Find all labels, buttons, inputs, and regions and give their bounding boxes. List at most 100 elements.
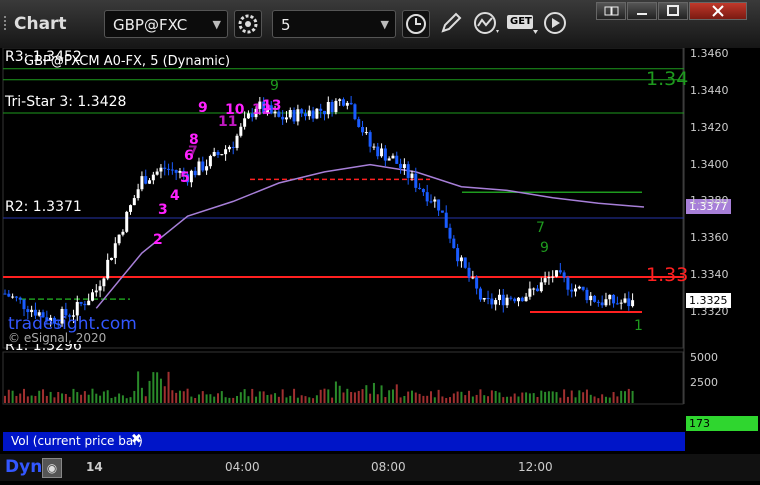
volume-bar (395, 384, 398, 403)
candle-body (205, 166, 209, 171)
td-count: 13 (262, 98, 282, 114)
price-tick: 1.3460 (690, 47, 729, 60)
candle-body (604, 299, 608, 306)
gear-icon (238, 14, 258, 34)
candle-body (555, 270, 559, 277)
candle-body (600, 302, 604, 306)
volume-bar (361, 389, 364, 403)
volume-bar (327, 389, 330, 403)
volume-bar (441, 396, 444, 403)
volume-bar (418, 393, 421, 403)
volume-bar (45, 395, 48, 403)
candle-body (334, 100, 338, 113)
volume-bar (274, 393, 277, 403)
candle-body (467, 267, 471, 278)
study-button[interactable] (472, 10, 500, 38)
time-tick: 08:00 (371, 460, 406, 474)
draw-button[interactable] (438, 10, 466, 38)
maximize-button[interactable] (658, 2, 688, 20)
volume-bar (281, 389, 284, 403)
volume-bar (23, 388, 26, 403)
lock-icon[interactable]: ◉ (42, 458, 62, 478)
candle-body (201, 161, 205, 171)
candle-body (452, 238, 456, 249)
candle-body (543, 278, 547, 283)
volume-bar (159, 378, 162, 403)
drag-grip-icon[interactable] (4, 16, 12, 30)
toolbar: Chart GBP@FXC ▼ 5 ▼ GET (0, 0, 760, 49)
volume-bar (152, 372, 155, 403)
volume-bar (551, 391, 554, 403)
unlink-button[interactable] (596, 2, 626, 20)
tristar-level-label: Tri-Star 3: 1.3428 (5, 94, 127, 110)
time-button[interactable] (402, 10, 430, 38)
candle-body (125, 211, 129, 232)
candle-body (292, 110, 296, 122)
chart-area[interactable]: GBP@FXCM A0-FX, 5 (Dynamic) R3: 1.3452 T… (0, 47, 760, 481)
volume-bar (532, 393, 535, 403)
price-tick: 1.3420 (690, 120, 729, 134)
volume-bar (114, 396, 117, 403)
volume-bar (129, 397, 132, 403)
volume-bar (487, 396, 490, 403)
volume-bar (604, 396, 607, 403)
symbol-input[interactable]: GBP@FXC ▼ (104, 10, 228, 38)
candle-body (163, 167, 167, 169)
settings-button[interactable] (234, 10, 262, 38)
red-level-value: 1.33 (646, 264, 689, 286)
get-button[interactable]: GET (506, 10, 540, 38)
volume-bar (623, 391, 626, 403)
r2-level-label: R2: 1.3371 (5, 199, 82, 215)
volume-bar (80, 394, 83, 403)
candle-body (193, 170, 197, 176)
chevron-down-icon: ▼ (380, 18, 389, 31)
candle-body (615, 303, 619, 305)
volume-bar (57, 391, 60, 403)
candle-body (98, 286, 102, 291)
volume-bar (144, 396, 147, 403)
candle-body (208, 156, 212, 167)
volume-bar (513, 393, 516, 403)
volume-bar (490, 390, 493, 403)
volume-bar (570, 390, 573, 403)
candle-body (608, 294, 612, 300)
r3-level-label: R3: 1.3452 (5, 49, 82, 65)
volume-bar (106, 390, 109, 403)
candle-body (619, 302, 623, 304)
volume-bar (410, 390, 413, 403)
candle-body (7, 293, 11, 297)
candle-body (353, 104, 357, 120)
dyn-label[interactable]: Dyn (5, 457, 42, 477)
volume-bar (620, 390, 623, 403)
candle-body (144, 176, 148, 184)
volume-bar (4, 395, 6, 403)
candle-body (212, 152, 216, 157)
candle-body (528, 288, 532, 297)
candle-body (501, 294, 505, 306)
candle-body (83, 303, 87, 306)
volume-bar (483, 395, 486, 403)
volume-bar (228, 397, 231, 403)
candle-body (155, 171, 159, 175)
volume-bar (353, 392, 356, 403)
volume-bar (186, 388, 189, 403)
volume-bar (449, 397, 452, 403)
play-button[interactable] (542, 10, 570, 38)
candle-body (463, 257, 467, 268)
close-button[interactable] (689, 2, 747, 20)
close-pane-icon[interactable]: ✖ (131, 432, 142, 447)
candle-body (631, 300, 635, 307)
td-count: 8 (189, 132, 199, 148)
volume-bar (19, 393, 22, 403)
volume-bar (521, 392, 524, 403)
volume-bar (350, 391, 353, 403)
volume-bar (627, 388, 630, 403)
volume-bar (194, 397, 197, 403)
volume-bar (266, 394, 269, 403)
candle-body (102, 278, 106, 287)
interval-input[interactable]: 5 ▼ (272, 10, 396, 38)
volume-bar (289, 395, 292, 403)
volume-bar (285, 397, 288, 403)
volume-label-strip: Vol (current price bar) ✖ (3, 432, 685, 451)
minimize-button[interactable] (627, 2, 657, 20)
